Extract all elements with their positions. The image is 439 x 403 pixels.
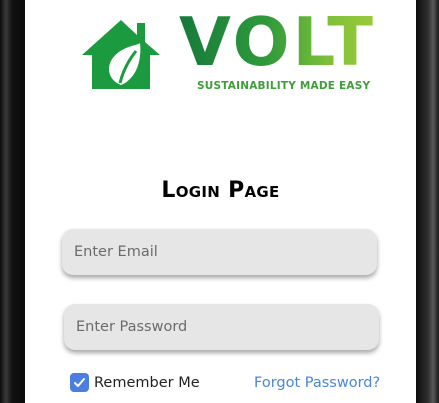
checkbox-checked-icon[interactable] — [70, 373, 89, 392]
logo-tagline: SUSTAINABILITY MADE EASY — [197, 80, 371, 92]
phone-frame: VOLT SUSTAINABILITY MADE EASY Login Page… — [0, 0, 439, 403]
app-screen: VOLT SUSTAINABILITY MADE EASY Login Page… — [25, 0, 416, 403]
house-leaf-icon — [82, 20, 160, 89]
volt-logo: VOLT SUSTAINABILITY MADE EASY — [80, 9, 380, 97]
logo-wordmark: VOLT — [179, 3, 376, 81]
page-title: Login Page — [161, 178, 280, 203]
remember-me-checkbox[interactable]: Remember Me — [70, 373, 200, 392]
remember-me-label: Remember Me — [94, 374, 200, 391]
password-field[interactable] — [64, 304, 379, 350]
email-field[interactable] — [62, 229, 377, 275]
forgot-password-link[interactable]: Forgot Password? — [254, 375, 380, 391]
